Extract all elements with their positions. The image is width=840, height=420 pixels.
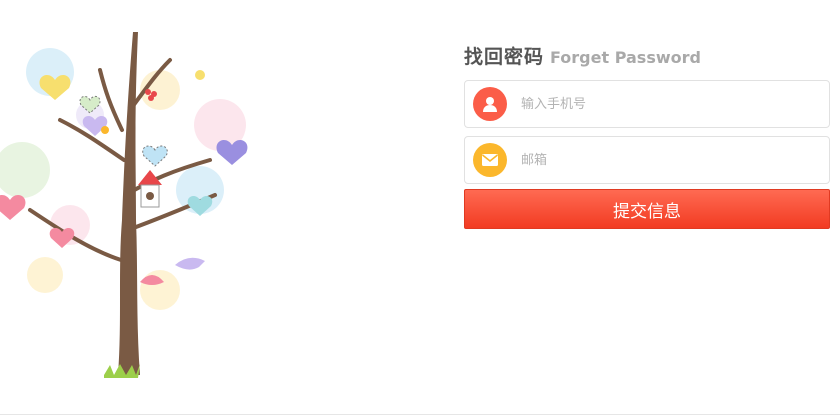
phone-input[interactable] [519,95,813,113]
email-field[interactable] [464,136,830,184]
footer-divider [0,414,840,415]
mail-icon [473,143,507,177]
page-title: 找回密码 Forget Password [464,42,830,72]
tree-illustration [0,32,248,378]
user-icon [473,87,507,121]
forget-password-panel: 找回密码 Forget Password 提交信息 [464,42,830,229]
title-chinese: 找回密码 [464,46,545,68]
phone-field[interactable] [464,80,830,128]
email-input[interactable] [519,151,813,169]
title-english: Forget Password [550,48,701,67]
submit-button[interactable]: 提交信息 [464,189,830,229]
